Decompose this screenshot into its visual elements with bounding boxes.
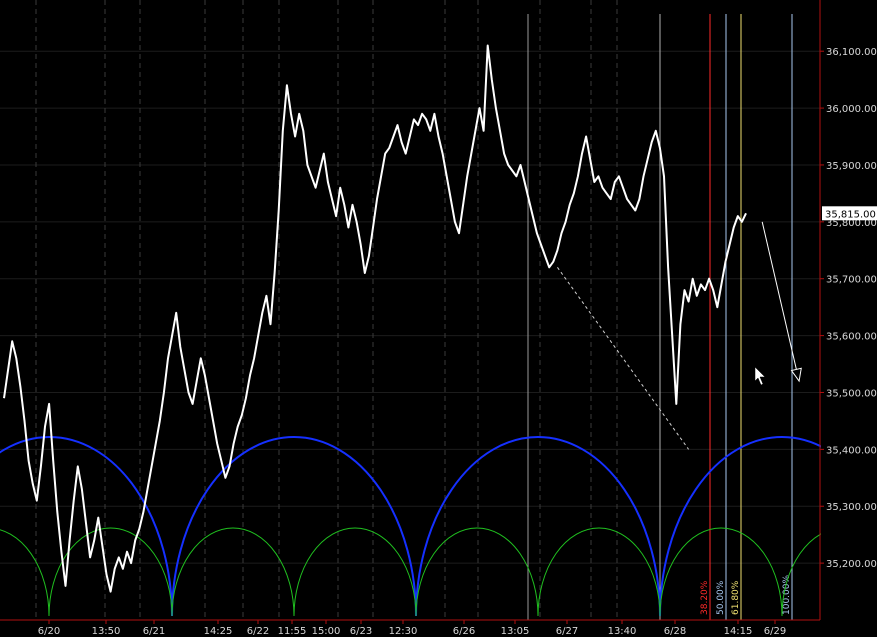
- cycle-arcs: [0, 436, 877, 617]
- time-tick-label: 13:50: [92, 626, 121, 637]
- time-tick-label: 11:55: [278, 626, 307, 637]
- mouse-cursor-icon: [754, 366, 766, 386]
- price-tick-label: 35,300.00: [826, 502, 877, 513]
- time-tick-label: 6/23: [350, 626, 372, 637]
- time-tick-label: 6/27: [556, 626, 578, 637]
- time-tick-label: 15:00: [312, 626, 341, 637]
- price-line[interactable]: [3, 44, 747, 593]
- time-tick-label: 6/20: [38, 626, 60, 637]
- price-tick-label: 36,000.00: [826, 104, 877, 115]
- time-tick-label: 14:15: [724, 626, 753, 637]
- price-tick-label: 35,900.00: [826, 161, 877, 172]
- last-price-label: 35,815.00: [825, 209, 876, 220]
- fib-level-label: 61.80%: [731, 580, 741, 615]
- time-tick-label: 12:30: [389, 626, 418, 637]
- cycle-arc-short: [0, 529, 50, 617]
- cycle-arc-short: [537, 527, 661, 617]
- price-series[interactable]: [3, 44, 747, 593]
- cycle-arc-long: [171, 436, 417, 617]
- time-tick-label: 13:05: [501, 626, 530, 637]
- session-separators: [35, 0, 661, 620]
- time-tick-label: 14:25: [204, 626, 233, 637]
- fib-level-label: 50.00%: [716, 580, 726, 615]
- time-tick-label: 13:40: [608, 626, 637, 637]
- price-tick-label: 35,600.00: [826, 332, 877, 343]
- time-tick-label: 6/29: [764, 626, 786, 637]
- cycle-arc-short: [293, 527, 417, 617]
- price-tick-label: 36,100.00: [826, 47, 877, 58]
- cycle-arc-long: [415, 436, 661, 617]
- time-tick-label: 6/21: [143, 626, 165, 637]
- time-tick-label: 6/22: [247, 626, 269, 637]
- price-tick-label: 35,400.00: [826, 445, 877, 456]
- cycle-arc-short: [415, 527, 539, 617]
- time-tick-label: 6/26: [453, 626, 475, 637]
- projection-arrow-head: [790, 367, 802, 383]
- time-tick-label: 6/28: [664, 626, 686, 637]
- price-tick-label: 35,500.00: [826, 388, 877, 399]
- price-tick-label: 35,700.00: [826, 275, 877, 286]
- fib-level-label: 38.20%: [700, 580, 710, 615]
- price-axis: 35,200.00 35,300.00 35,400.00 35,500.00 35,6…: [819, 0, 877, 637]
- cycle-arc-short: [171, 527, 295, 617]
- price-chart[interactable]: 38.20% 50.00% 61.80% 100.00% 35,200.0035,30…: [0, 0, 877, 637]
- price-axis-background: [821, 0, 877, 637]
- time-axis: 6/20 13:50 6/21 14:25 6/22 11:55 15:00 6/23 12:3…: [0, 619, 820, 637]
- projection-arrow-shaft: [761, 221, 800, 382]
- price-tick-label: 35,200.00: [826, 559, 877, 570]
